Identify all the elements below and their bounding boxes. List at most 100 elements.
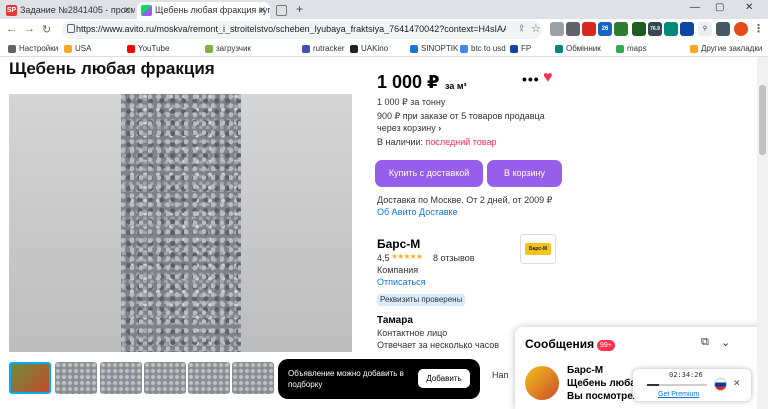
page-scrollbar[interactable] [757, 57, 768, 409]
bookmark-exchange[interactable]: Обмінник [555, 43, 601, 55]
thumbnail[interactable] [9, 362, 51, 394]
thumbnail[interactable] [232, 362, 274, 394]
share-icon[interactable]: ⇪ [518, 23, 526, 34]
chevron-down-icon[interactable]: ⌄ [721, 336, 730, 349]
bookmark-fp[interactable]: FP [510, 43, 531, 55]
contact-name: Тамара [377, 315, 413, 326]
extension-icon[interactable] [716, 22, 730, 36]
thumbnail[interactable] [144, 362, 186, 394]
google-icon [460, 45, 468, 53]
close-icon[interactable]: ✕ [733, 378, 741, 389]
thumbnail[interactable] [188, 362, 230, 394]
bookmark-btc[interactable]: btc to usd [460, 43, 506, 55]
address-bar[interactable]: https://www.avito.ru/moskva/remont_i_str… [62, 21, 542, 39]
page-content: Щебень любая фракция 1 000 ₽ за м³ ••• ♥… [0, 57, 768, 409]
extension-icon[interactable] [664, 22, 678, 36]
minimize-icon[interactable]: — [690, 2, 700, 13]
bookmark-loader[interactable]: загрузчик [205, 43, 251, 55]
bookmark-maps[interactable]: maps [616, 43, 647, 55]
favorite-heart-icon[interactable]: ♥ [543, 69, 553, 87]
blank-favicon-icon [276, 5, 287, 16]
bookmark-youtube[interactable]: YouTube [127, 43, 169, 55]
tab-title: Щебень любая фракция купить... [155, 5, 270, 15]
profile-avatar[interactable] [734, 22, 748, 36]
new-tab-icon[interactable]: + [296, 2, 303, 16]
delivery-text: Доставка по Москве. От 2 дней, от 2009 ₽ [377, 195, 553, 205]
url-text: https://www.avito.ru/moskva/remont_i_str… [76, 24, 506, 34]
flag-extension-icon[interactable] [582, 22, 596, 36]
more-options-icon[interactable]: ••• [522, 71, 540, 87]
forward-icon[interactable]: → [24, 23, 35, 35]
ltc-extension-icon[interactable]: 76.9 [648, 22, 662, 36]
thumbnail[interactable] [100, 362, 142, 394]
bookmark-rutracker[interactable]: rutracker [302, 43, 345, 55]
download-icon [205, 45, 213, 53]
player-progress-fill [647, 384, 659, 386]
russia-flag-icon[interactable] [714, 378, 727, 391]
player-progress[interactable] [647, 384, 707, 386]
chevron-right-icon: › [438, 123, 442, 133]
exchange-icon [555, 45, 563, 53]
avito-favicon-icon [141, 5, 152, 16]
unsubscribe-link[interactable]: Отписаться [377, 277, 426, 287]
extension-badge-icon[interactable]: 26 [598, 22, 612, 36]
extension-icon[interactable] [614, 22, 628, 36]
rating-stars-icon: ★★★★★ [391, 252, 423, 261]
thumbnail[interactable] [55, 362, 97, 394]
browser-tab-bar: SP Задание №2841405 - просмотр... ✕ Щебе… [0, 0, 768, 19]
seller-rating: 4,5 [377, 253, 390, 263]
bookmark-settings[interactable]: Настройки [8, 43, 58, 55]
seller-logo[interactable]: Барс-М [520, 234, 556, 264]
maximize-icon[interactable]: ▢ [715, 2, 724, 13]
seller-name[interactable]: Барс-М [377, 237, 420, 251]
seller-reviews[interactable]: 8 отзывов [433, 253, 475, 263]
gear-icon [8, 45, 16, 53]
delivery-link[interactable]: Об Авито Доставке [377, 207, 458, 217]
close-tab-icon[interactable]: ✕ [123, 2, 131, 19]
write-button-partial[interactable]: Нап [492, 370, 508, 380]
bookmarks-bar: Настройки USA YouTube загрузчик rutracke… [0, 41, 768, 57]
extension-icon[interactable] [550, 22, 564, 36]
bookmark-usa[interactable]: USA [64, 43, 91, 55]
messages-title[interactable]: Сообщения [525, 337, 594, 351]
menu-kebab-icon[interactable]: ⋮ [753, 22, 764, 35]
tab-avito[interactable]: Щебень любая фракция купить... ✕ [137, 2, 270, 19]
bookmark-other[interactable]: Другие закладки [690, 43, 762, 55]
bookmark-uakino[interactable]: UAKino [350, 43, 388, 55]
puzzle-extensions-icon[interactable]: ⚲ [698, 22, 712, 36]
bookmark-star-icon[interactable]: ☆ [531, 22, 541, 35]
extension-icon[interactable] [680, 22, 694, 36]
fp-icon [510, 45, 518, 53]
get-premium-link[interactable]: Get Premium [658, 391, 699, 398]
chat-avatar[interactable] [525, 366, 559, 400]
collection-toast: Объявление можно добавить в подборку Доб… [278, 359, 480, 399]
extension-icon[interactable] [632, 22, 646, 36]
add-to-collection-button[interactable]: Добавить [418, 369, 470, 388]
bookmark-sinoptik[interactable]: SINOPTIK [410, 43, 458, 55]
close-window-icon[interactable]: ✕ [745, 2, 753, 13]
extension-icon[interactable] [566, 22, 580, 36]
scrollbar-thumb[interactable] [759, 85, 766, 155]
bulk-price-line2[interactable]: через корзину › [377, 123, 441, 133]
buy-with-delivery-button[interactable]: Купить с доставкой [375, 160, 483, 187]
listing-title: Щебень любая фракция [9, 59, 215, 78]
verified-badge: Реквизиты проверены [377, 294, 466, 306]
weather-icon [410, 45, 418, 53]
folder-icon [690, 45, 698, 53]
contact-role: Контактное лицо [377, 328, 448, 338]
reload-icon[interactable]: ↻ [42, 23, 51, 36]
tab-task[interactable]: SP Задание №2841405 - просмотр... ✕ [2, 2, 135, 19]
chat-name[interactable]: Барс-М [567, 365, 603, 376]
browser-toolbar: ← → ↻ https://www.avito.ru/moskva/remont… [0, 19, 768, 41]
main-photo[interactable] [9, 94, 352, 352]
map-pin-icon [616, 45, 624, 53]
open-external-icon[interactable]: ⧉ [701, 336, 709, 349]
price-unit: за м³ [445, 81, 467, 91]
tab-blank[interactable] [272, 2, 292, 19]
lock-icon [67, 24, 75, 33]
add-to-cart-button[interactable]: В корзину [487, 160, 562, 187]
back-icon[interactable]: ← [6, 23, 17, 35]
contact-response-time: Отвечает за несколько часов [377, 340, 500, 350]
player-timer: 02:34:26 [669, 371, 703, 379]
close-tab-icon[interactable]: ✕ [258, 2, 266, 19]
